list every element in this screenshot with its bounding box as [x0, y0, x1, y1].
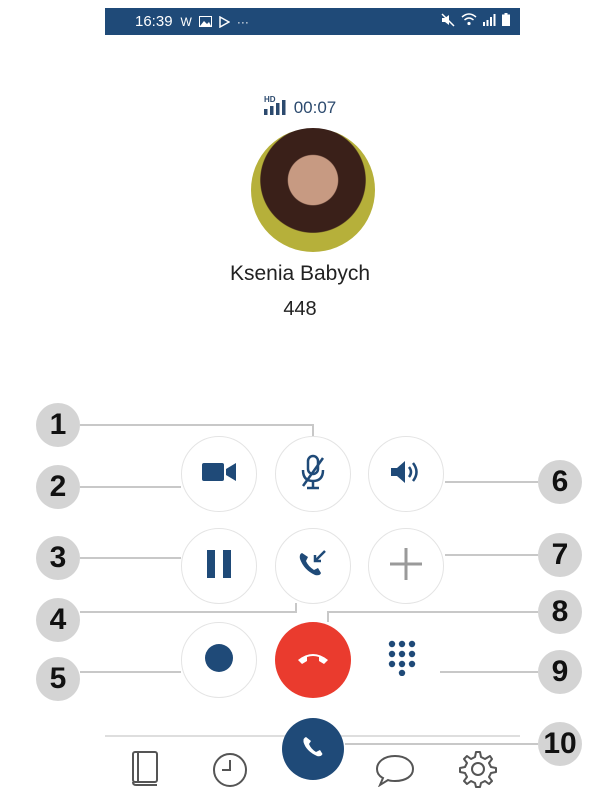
battery-icon — [502, 13, 510, 30]
mute-button[interactable] — [275, 436, 351, 512]
hold-button[interactable] — [181, 528, 257, 604]
plus-icon — [389, 547, 423, 586]
callout-7: 7 — [538, 533, 582, 577]
callout-5: 5 — [36, 657, 80, 701]
hd-signal-icon: HD — [263, 95, 290, 120]
phone-icon — [302, 736, 324, 763]
callout-9: 9 — [538, 650, 582, 694]
hang-up-icon — [296, 650, 330, 671]
contacts-book-icon — [130, 750, 160, 791]
nav-history[interactable] — [210, 752, 250, 792]
add-call-button[interactable] — [368, 528, 444, 604]
end-call-button[interactable] — [275, 622, 351, 698]
record-icon — [205, 643, 233, 677]
callout-3: 3 — [36, 536, 80, 580]
callout-6: 6 — [538, 460, 582, 504]
play-store-icon — [219, 15, 230, 28]
callout-8: 8 — [538, 590, 582, 634]
video-button[interactable] — [181, 436, 257, 512]
status-bar: 16:39 W ··· — [105, 8, 520, 35]
nav-contacts[interactable] — [125, 750, 165, 790]
nav-chat[interactable] — [375, 752, 415, 792]
contact-avatar — [251, 128, 375, 252]
dialpad-icon — [388, 640, 424, 681]
carrier-glyph: W — [180, 14, 192, 29]
transfer-button[interactable] — [275, 528, 351, 604]
contact-name: Ksenia Babych — [229, 262, 371, 285]
status-time: 16:39 — [135, 13, 173, 30]
nav-settings[interactable] — [458, 750, 498, 793]
pause-icon — [207, 549, 231, 583]
speaker-button[interactable] — [368, 436, 444, 512]
keypad-button[interactable] — [368, 622, 444, 698]
callout-4: 4 — [36, 598, 80, 642]
nav-call-fab[interactable] — [282, 718, 344, 780]
microphone-muted-icon — [301, 454, 325, 495]
callout-1: 1 — [36, 403, 80, 447]
signal-icon — [483, 13, 496, 30]
call-timer-row: HD 00:07 — [0, 95, 600, 120]
callout-2: 2 — [36, 465, 80, 509]
clock-icon — [212, 752, 248, 793]
wifi-icon — [461, 13, 477, 30]
mute-icon — [441, 12, 455, 31]
contact-number: 448 — [283, 298, 317, 320]
gear-icon — [459, 750, 497, 793]
gallery-icon — [198, 16, 212, 27]
callout-10: 10 — [538, 722, 582, 766]
video-camera-icon — [202, 461, 236, 488]
more-notifications-icon: ··· — [236, 14, 249, 29]
hd-badge-text: HD — [264, 95, 276, 104]
call-duration: 00:07 — [293, 97, 337, 117]
speaker-icon — [390, 460, 422, 489]
record-button[interactable] — [181, 622, 257, 698]
chat-bubble-icon — [375, 753, 415, 792]
call-transfer-icon — [298, 549, 328, 583]
